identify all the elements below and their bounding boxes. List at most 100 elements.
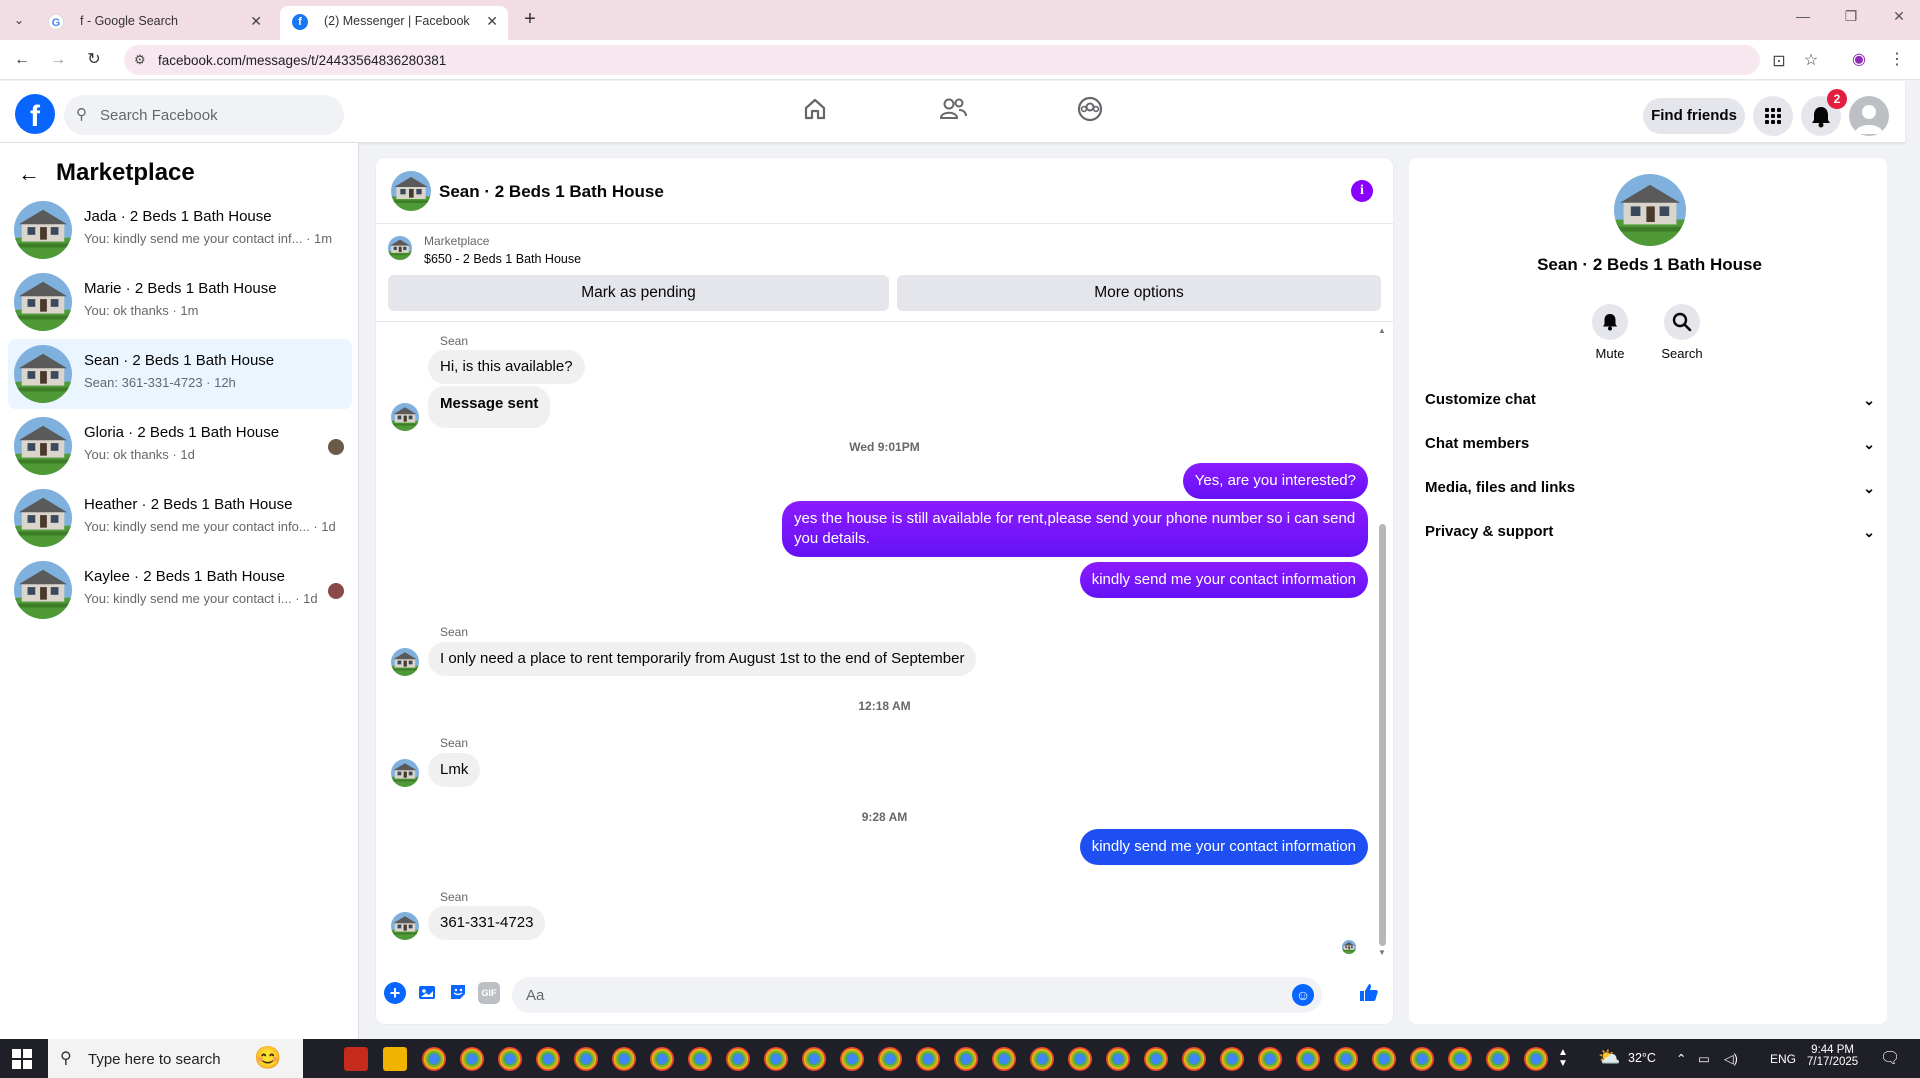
chrome-icon[interactable] [612,1047,636,1071]
chrome-icon[interactable] [1524,1047,1548,1071]
chrome-icon[interactable] [1258,1047,1282,1071]
conversation-item-kaylee[interactable]: Kaylee · 2 Beds 1 Bath House You: kindly… [8,555,352,625]
site-settings-icon[interactable]: ⚙ [134,52,146,68]
like-thumb-icon[interactable] [1358,981,1380,1003]
conversation-item-gloria[interactable]: Gloria · 2 Beds 1 Bath House You: ok tha… [8,411,352,481]
home-nav-icon[interactable] [795,95,835,131]
media-files-links-section[interactable]: Media, files and links ⌄ [1425,470,1875,506]
incoming-message[interactable]: Message sent [428,386,551,428]
incoming-message[interactable]: 361-331-4723 [428,906,546,940]
temperature[interactable]: 32°C [1628,1051,1656,1065]
chrome-icon[interactable] [688,1047,712,1071]
chrome-icon[interactable] [954,1047,978,1071]
windows-start-icon[interactable] [12,1049,32,1069]
search-in-conversation-button[interactable]: Search [1652,304,1712,361]
taskbar-clock[interactable]: 9:44 PM 7/17/2025 [1807,1044,1858,1068]
chrome-icon[interactable] [840,1047,864,1071]
tray-overflow-icon[interactable]: ⌃ [1676,1051,1686,1066]
chrome-icon[interactable] [992,1047,1016,1071]
facebook-search[interactable]: ⚲ [64,95,344,135]
tab-search-button[interactable]: ⌄ [8,9,30,31]
chrome-icon[interactable] [1448,1047,1472,1071]
scroll-up-icon[interactable]: ▲ [1378,326,1386,335]
plus-icon[interactable]: + [384,982,406,1004]
chrome-icon[interactable] [1334,1047,1358,1071]
back-arrow-icon[interactable]: ← [18,161,40,187]
taskbar-search[interactable]: ⚲ Type here to search 😊 [48,1039,303,1078]
scrollbar-thumb[interactable] [1379,524,1386,946]
notification-center-icon[interactable]: 🗨 [1880,1048,1900,1068]
chrome-icon[interactable] [422,1047,446,1071]
chrome-icon[interactable] [1144,1047,1168,1071]
message-input-box[interactable]: ☺ [512,977,1322,1013]
message-input[interactable] [526,985,1286,1005]
chrome-icon[interactable] [650,1047,674,1071]
close-tab-icon[interactable]: ✕ [250,6,262,36]
conversation-item-jada[interactable]: Jada · 2 Beds 1 Bath House You: kindly s… [8,195,352,265]
chrome-icon[interactable] [802,1047,826,1071]
incoming-message[interactable]: I only need a place to rent temporarily … [428,642,977,676]
browser-tab-google[interactable]: G f - Google Search ✕ [36,6,272,40]
chrome-icon[interactable] [764,1047,788,1071]
minimize-icon[interactable]: — [1788,8,1818,24]
mute-button[interactable]: Mute [1580,304,1640,361]
sticker-icon[interactable] [447,982,469,1004]
conversation-item-sean[interactable]: Sean · 2 Beds 1 Bath House Sean: 361-331… [8,339,352,409]
chrome-icon[interactable] [1296,1047,1320,1071]
pinned-app-icon[interactable] [344,1047,368,1071]
close-window-icon[interactable]: ✕ [1884,8,1914,25]
chrome-icon[interactable] [1182,1047,1206,1071]
outgoing-message[interactable]: kindly send me your contact information [1079,829,1368,865]
volume-icon[interactable]: ◁) [1724,1051,1738,1066]
chrome-icon[interactable] [536,1047,560,1071]
weather-icon[interactable]: ⛅ [1598,1047,1620,1068]
chrome-icon[interactable] [574,1047,598,1071]
language-indicator[interactable]: ENG [1770,1052,1796,1066]
conversation-item-heather[interactable]: Heather · 2 Beds 1 Bath House You: kindl… [8,483,352,553]
chat-members-section[interactable]: Chat members ⌄ [1425,426,1875,462]
more-options-button[interactable]: More options [897,275,1381,311]
chrome-icon[interactable] [498,1047,522,1071]
chrome-icon[interactable] [1068,1047,1092,1071]
friends-nav-icon[interactable] [933,95,973,131]
chrome-icon[interactable] [1106,1047,1130,1071]
groups-nav-icon[interactable] [1070,95,1110,131]
bookmark-star-icon[interactable]: ☆ [1800,50,1822,70]
customize-chat-section[interactable]: Customize chat ⌄ [1425,382,1875,418]
chrome-icon[interactable] [1372,1047,1396,1071]
chrome-icon[interactable] [916,1047,940,1071]
chat-title[interactable]: Sean · 2 Beds 1 Bath House [439,182,664,202]
incoming-message[interactable]: Hi, is this available? [428,350,585,384]
outgoing-message[interactable]: kindly send me your contact information [1079,562,1368,598]
gif-icon[interactable]: GIF [478,982,500,1004]
profile-icon[interactable]: ◉ [1848,49,1870,69]
network-icon[interactable]: ▭ [1698,1051,1710,1066]
conversation-item-marie[interactable]: Marie · 2 Beds 1 Bath House You: ok than… [8,267,352,337]
listing-price-title[interactable]: $650 - 2 Beds 1 Bath House [424,252,581,266]
new-tab-button[interactable]: + [518,8,542,32]
browser-tab-messenger[interactable]: f (2) Messenger | Facebook ✕ [280,6,508,40]
file-explorer-icon[interactable] [383,1047,407,1071]
privacy-support-section[interactable]: Privacy & support ⌄ [1425,514,1875,550]
photo-icon[interactable] [416,982,438,1004]
message-scrollbar[interactable]: ▲ ▼ [1378,326,1387,957]
facebook-search-input[interactable] [100,104,330,126]
omnibox[interactable]: ⚙ facebook.com/messages/t/24433564836280… [124,45,1818,75]
chrome-icon[interactable] [1410,1047,1434,1071]
close-tab-icon[interactable]: ✕ [486,6,498,36]
chrome-icon[interactable] [878,1047,902,1071]
mark-as-pending-button[interactable]: Mark as pending [388,275,889,311]
restore-icon[interactable]: ❐ [1836,8,1866,25]
outgoing-message[interactable]: yes the house is still available for ren… [782,501,1368,557]
info-icon[interactable]: i [1351,180,1373,202]
chrome-icon[interactable] [460,1047,484,1071]
chrome-icon[interactable] [1030,1047,1054,1071]
incoming-message[interactable]: Lmk [428,753,481,787]
outgoing-message[interactable]: Yes, are you interested? [1182,463,1368,499]
scroll-down-icon[interactable]: ▼ [1378,948,1386,957]
find-friends-button[interactable]: Find friends [1643,98,1745,134]
facebook-logo-icon[interactable]: f [15,94,55,134]
account-avatar[interactable] [1849,96,1889,136]
back-icon[interactable]: ← [10,48,34,72]
forward-icon[interactable]: → [46,48,70,72]
